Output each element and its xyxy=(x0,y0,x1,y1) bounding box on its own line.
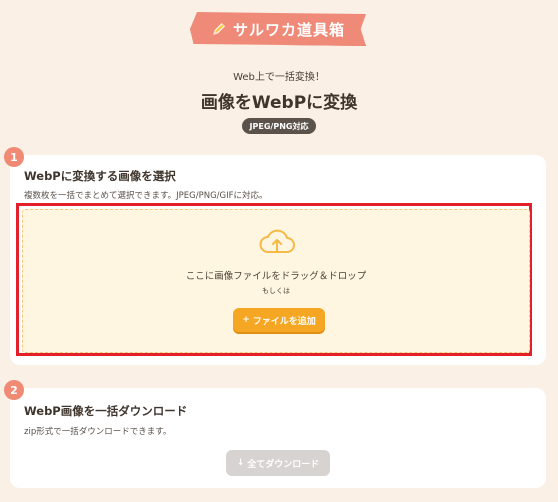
page-title: 画像をWebPに変換 xyxy=(200,93,358,113)
logo-text: サルワカ道具箱 xyxy=(232,20,345,39)
step2-card: WebP画像を一括ダウンロード zip形式で一括ダウンロードできます。 ↓ 全て… xyxy=(10,388,546,488)
download-all-button[interactable]: ↓ 全てダウンロード xyxy=(226,450,330,476)
add-file-button[interactable]: + ファイルを追加 xyxy=(233,308,325,332)
add-file-label: ファイルを追加 xyxy=(252,316,316,327)
dropzone-or-label: もしくは xyxy=(262,287,290,295)
download-arrow-icon: ↓ xyxy=(236,458,245,468)
format-badge: JPEG/PNG対応 xyxy=(242,118,316,134)
site-logo[interactable]: サルワカ道具箱 xyxy=(190,12,366,46)
step2-title: WebP画像を一括ダウンロード xyxy=(24,404,188,418)
step1-number-badge: 1 xyxy=(4,147,24,167)
cloud-upload-icon xyxy=(259,229,295,253)
page-subtitle: Web上で一括変換！ xyxy=(233,72,325,83)
plus-icon: + xyxy=(242,315,250,325)
step1-title: WebPに変換する画像を選択 xyxy=(24,169,176,183)
logo-content: サルワカ道具箱 xyxy=(190,12,366,46)
step1-description: 複数枚を一括でまとめて選択できます。JPEG/PNG/GIFに対応。 xyxy=(24,191,268,201)
download-all-label: 全てダウンロード xyxy=(247,459,320,470)
dropzone-instruction: ここに画像ファイルをドラッグ＆ドロップ xyxy=(185,271,367,282)
step2-number-badge: 2 xyxy=(4,380,24,400)
step2-description: zip形式で一括ダウンロードできます。 xyxy=(24,427,172,437)
pencil-icon xyxy=(213,22,226,35)
file-dropzone[interactable]: ここに画像ファイルをドラッグ＆ドロップ もしくは + ファイルを追加 xyxy=(22,209,530,353)
